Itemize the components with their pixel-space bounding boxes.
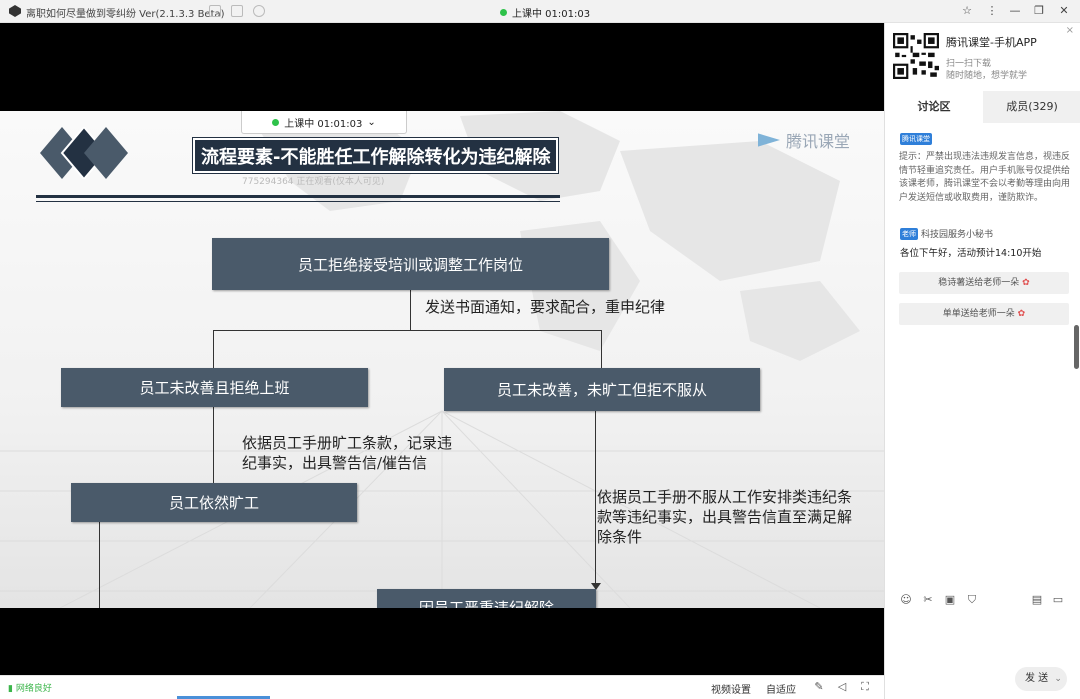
live-status-dropdown[interactable]: 上课中 01:01:03 ⌄ <box>241 111 407 134</box>
video-area[interactable]: 上课中 01:01:03 ⌄ 流程要素-不能胜任工作解除转化为违纪解除 77529… <box>0 23 884 675</box>
gift-notice: 单单送给老师一朵 ✿ <box>899 303 1069 325</box>
play-logo-icon <box>758 133 780 147</box>
edit-icon[interactable] <box>209 5 221 17</box>
viewer-watermark: 775294364 正在观看(仅本人可见) <box>242 177 385 187</box>
adaptive-quality-button[interactable]: 自适应 <box>766 681 796 696</box>
system-badge: 腾讯课堂 <box>900 133 932 145</box>
card-icon[interactable]: ▤ <box>1030 593 1044 607</box>
divider <box>36 201 560 202</box>
edge-label-notify: 发送书面通知，要求配合，重申纪律 <box>425 298 666 316</box>
connector <box>99 522 100 608</box>
flow-node-left: 员工未改善且拒绝上班 <box>61 368 368 407</box>
divider <box>36 195 560 198</box>
sidebar-tabs: 讨论区 成员(329) <box>885 91 1080 123</box>
live-dot-icon <box>500 9 507 16</box>
tab-discussion[interactable]: 讨论区 <box>885 91 983 123</box>
brand-watermark: 腾讯课堂 <box>758 128 850 152</box>
slide-title: 流程要素-不能胜任工作解除转化为违纪解除 <box>193 138 559 173</box>
gift-notice: 稳诗薯送给老师一朵 ✿ <box>899 272 1069 294</box>
close-icon[interactable]: × <box>1066 25 1074 36</box>
live-status: 上课中 01:01:03 <box>500 5 590 20</box>
chevron-down-icon[interactable]: ⌄ <box>1054 674 1062 684</box>
app-name: 腾讯课堂-手机APP <box>946 36 1037 49</box>
live-dot-icon <box>272 118 280 126</box>
qr-code-icon <box>893 33 939 79</box>
flow-node-left2: 员工依然旷工 <box>71 483 357 522</box>
flower-icon: ✿ <box>1017 309 1026 319</box>
scrollbar[interactable] <box>1074 325 1079 369</box>
app-slogan: 随时随地，想学就学 <box>946 71 1028 81</box>
window-title: 离职如何尽量做到零纠纷 Ver(2.1.3.3 Beta) <box>26 9 225 20</box>
flow-node-bottom: 因员工严重违纪解除 <box>377 589 596 608</box>
gift-icon[interactable]: ⛉ <box>965 593 979 607</box>
connector <box>595 411 596 589</box>
edge-label-refuse: 依据员工手册不服从工作安排类违纪条 款等违纪事实，出具警告信直至满足解 除条件 <box>597 488 853 546</box>
network-status: ▮ 网络良好 <box>8 684 52 694</box>
emoji-icon[interactable]: ☺ <box>899 593 913 607</box>
sidebar: 腾讯课堂-手机APP 扫一扫下载 随时随地，想学就学 × 讨论区 成员(329)… <box>884 23 1080 699</box>
video-control-bar: ▮ 网络良好 视频设置 自适应 ✎ ◁ ⛶ <box>0 675 884 699</box>
fullscreen-icon[interactable]: ⛶ <box>859 681 871 693</box>
connector <box>213 406 214 483</box>
app-logo-icon <box>9 5 21 17</box>
notice-text: 提示：严禁出现违法违规发言信息，视违反情节轻重追究责任。用户手机账号仅提供给该课… <box>899 152 1071 203</box>
more-icon[interactable]: ⋮ <box>983 3 1001 19</box>
video-settings-button[interactable]: 视频设置 <box>711 681 751 696</box>
chat-message: 各位下午好，活动预计14:10开始 <box>900 248 1042 259</box>
connector <box>213 330 214 368</box>
chevron-down-icon: ⌄ <box>367 116 376 128</box>
teacher-tag: 老师 <box>900 228 918 240</box>
message-sender: 科技园服务小秘书 <box>921 230 994 240</box>
restore-button[interactable]: ❐ <box>1030 3 1048 19</box>
send-button[interactable]: 发 送 ⌄ <box>1015 667 1067 691</box>
close-button[interactable]: ✕ <box>1055 3 1073 19</box>
flow-node-right: 员工未改善，未旷工但拒不服从 <box>444 368 760 411</box>
slide: 上课中 01:01:03 ⌄ 流程要素-不能胜任工作解除转化为违纪解除 77529… <box>0 111 884 608</box>
scissors-icon[interactable]: ✂ <box>921 593 935 607</box>
connector <box>601 330 602 368</box>
image-icon[interactable]: ▣ <box>943 593 957 607</box>
flower-icon: ✿ <box>1022 278 1030 288</box>
home-icon[interactable] <box>253 5 265 17</box>
pin-icon[interactable]: ☆ <box>958 3 976 19</box>
edge-label-absent: 依据员工手册旷工条款，记录违 纪事实，出具警告信/催告信 <box>242 434 453 472</box>
share-icon[interactable] <box>231 5 243 17</box>
connector <box>213 330 601 331</box>
tab-members[interactable]: 成员(329) <box>983 91 1080 123</box>
flow-node-top: 员工拒绝接受培训或调整工作岗位 <box>212 238 609 290</box>
minimize-button[interactable]: — <box>1006 3 1024 19</box>
volume-icon[interactable]: ◁ <box>836 681 848 693</box>
signal-icon: ▮ <box>8 684 13 694</box>
comment-icon[interactable]: ▭ <box>1051 593 1065 607</box>
diamond-logo-icon <box>40 127 128 179</box>
mic-off-icon[interactable]: ✎ <box>813 681 825 693</box>
title-bar: 离职如何尽量做到零纠纷 Ver(2.1.3.3 Beta) 上课中 01:01:… <box>0 0 1080 23</box>
